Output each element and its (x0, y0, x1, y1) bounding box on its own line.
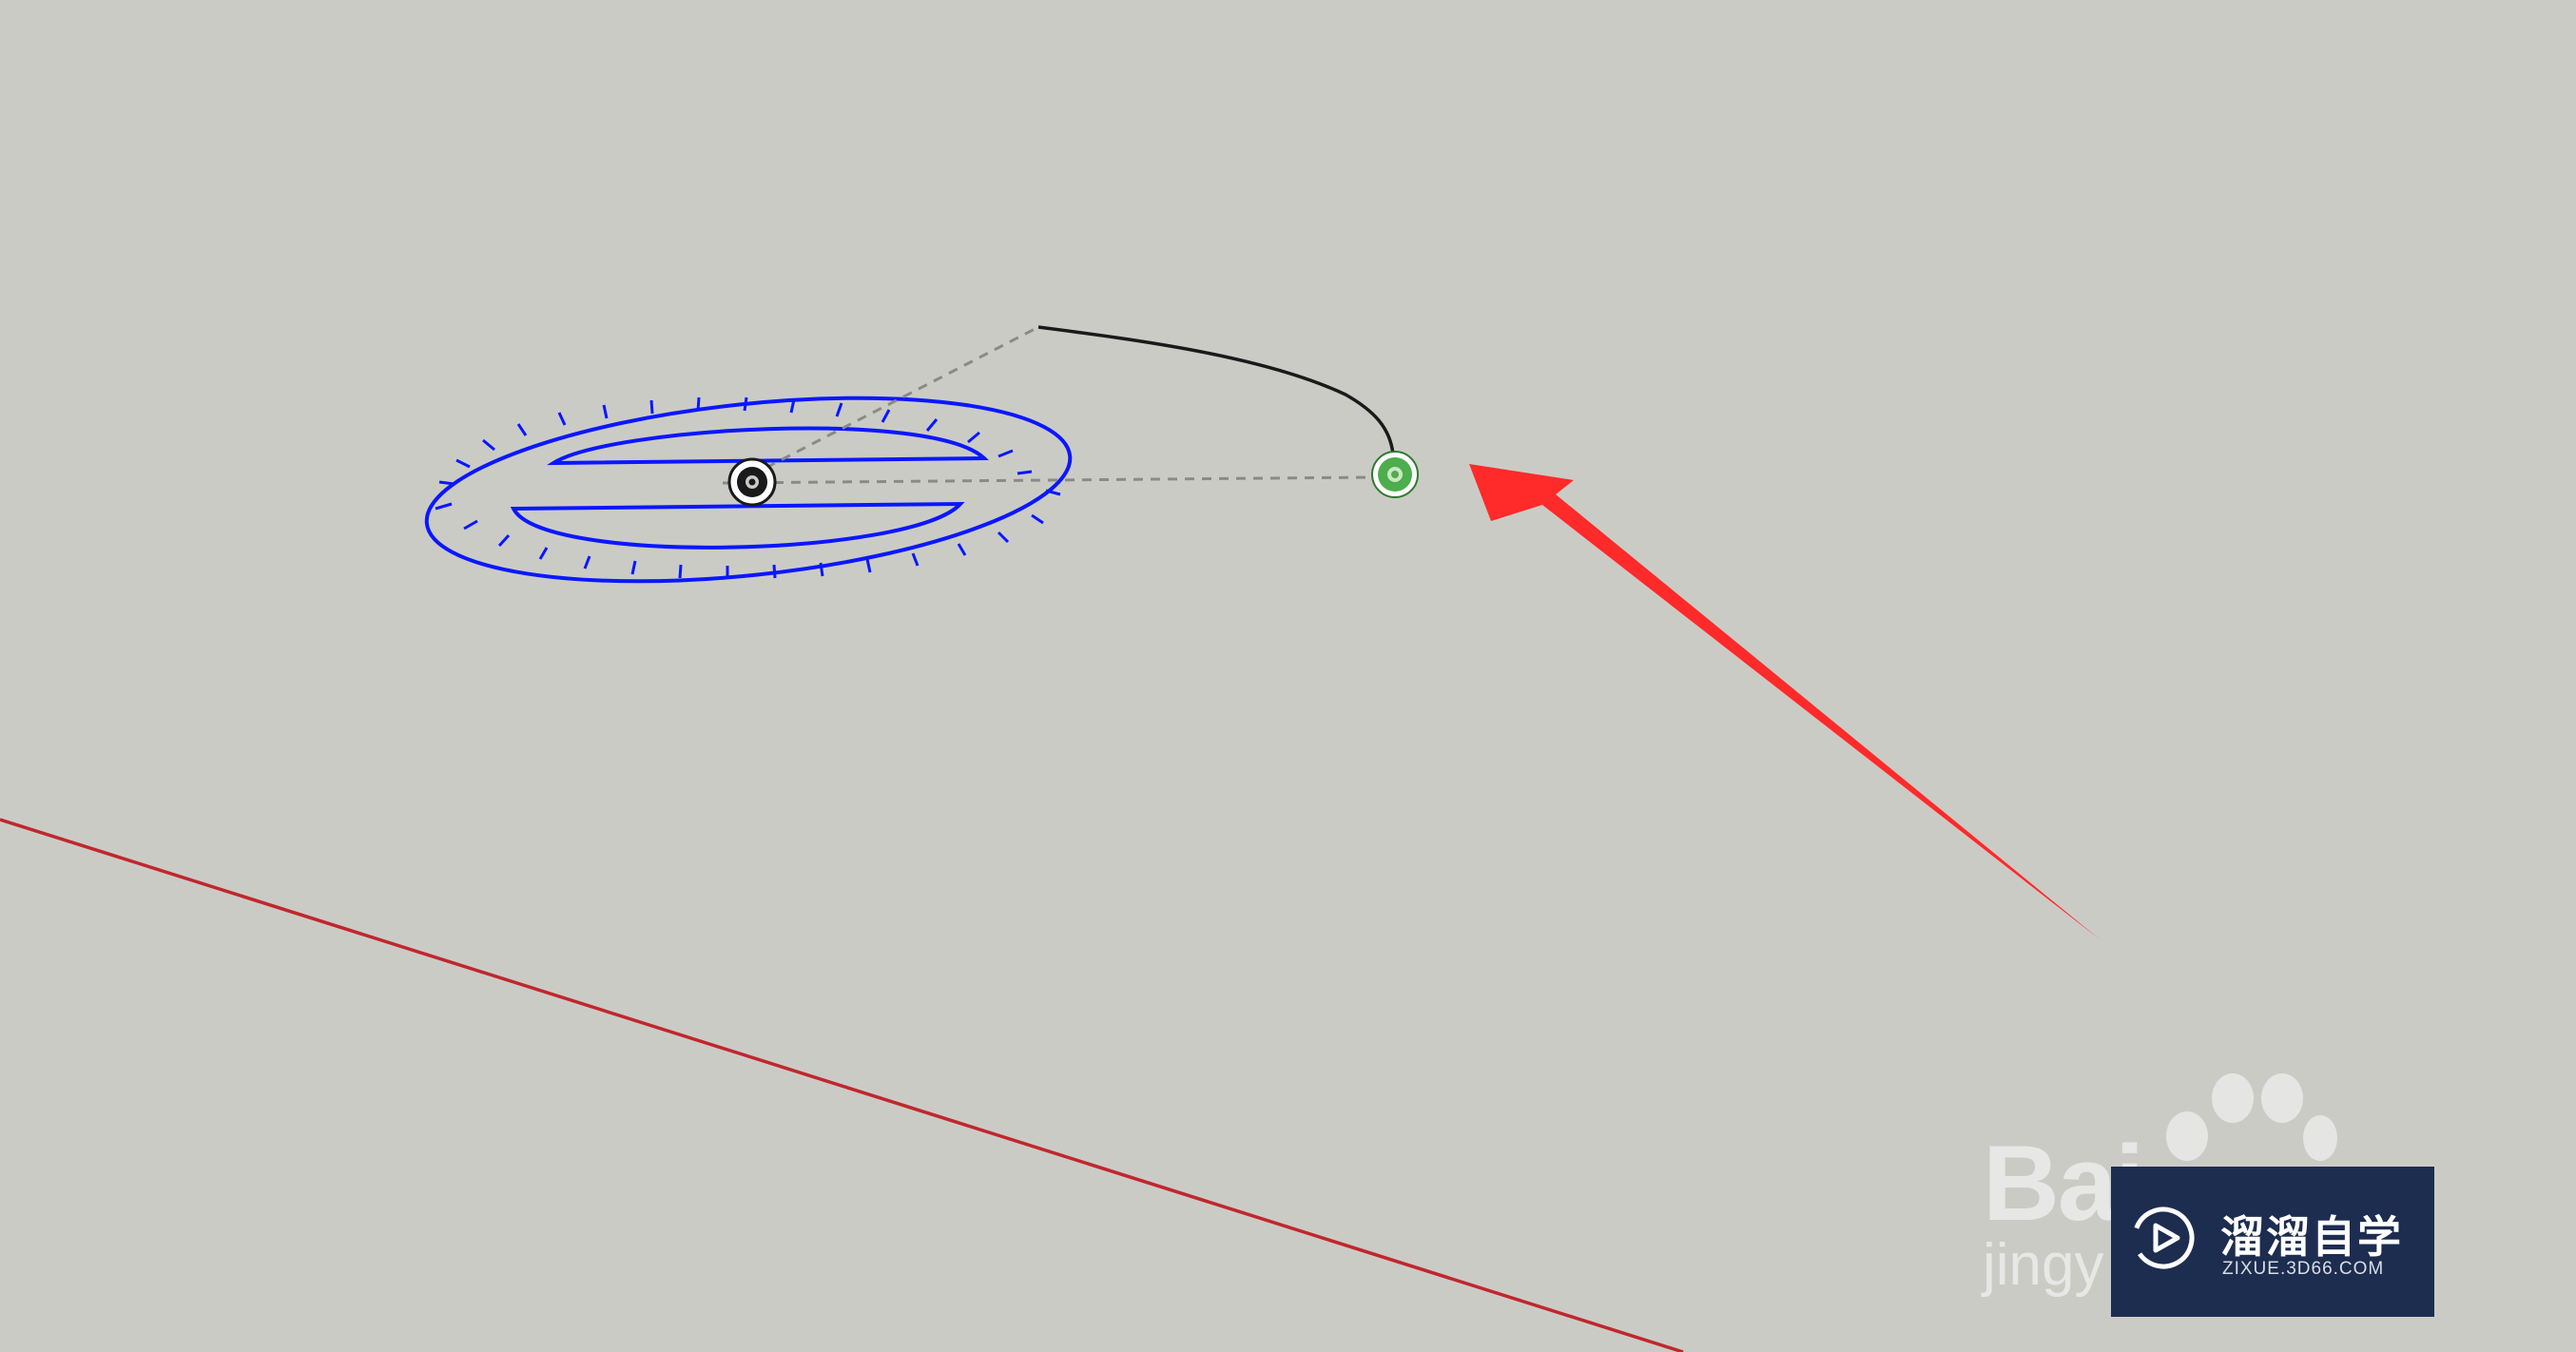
site-logo-badge: 溜溜自学 ZIXUE.3D66.COM (2111, 1167, 2434, 1317)
site-logo-name: 溜溜自学 (2220, 1211, 2403, 1263)
annotation-arrow (1469, 464, 2100, 939)
play-icon (2132, 1207, 2195, 1269)
protractor-inner-upper (546, 426, 989, 466)
modeling-viewport[interactable]: Bai jingy 溜溜自学 ZIXUE.3D66.COM (0, 0, 2576, 1352)
center-point-marker[interactable] (727, 457, 777, 507)
scene-canvas[interactable] (0, 0, 2576, 1352)
endpoint-inference-marker[interactable] (1371, 451, 1419, 498)
dashed-guide-horizontal (722, 475, 1375, 485)
site-logo-url: ZIXUE.3D66.COM (2222, 1259, 2385, 1279)
protractor-inner-lower (510, 501, 965, 550)
arc-line[interactable] (1037, 325, 1395, 455)
red-axis-line (0, 818, 1684, 1352)
